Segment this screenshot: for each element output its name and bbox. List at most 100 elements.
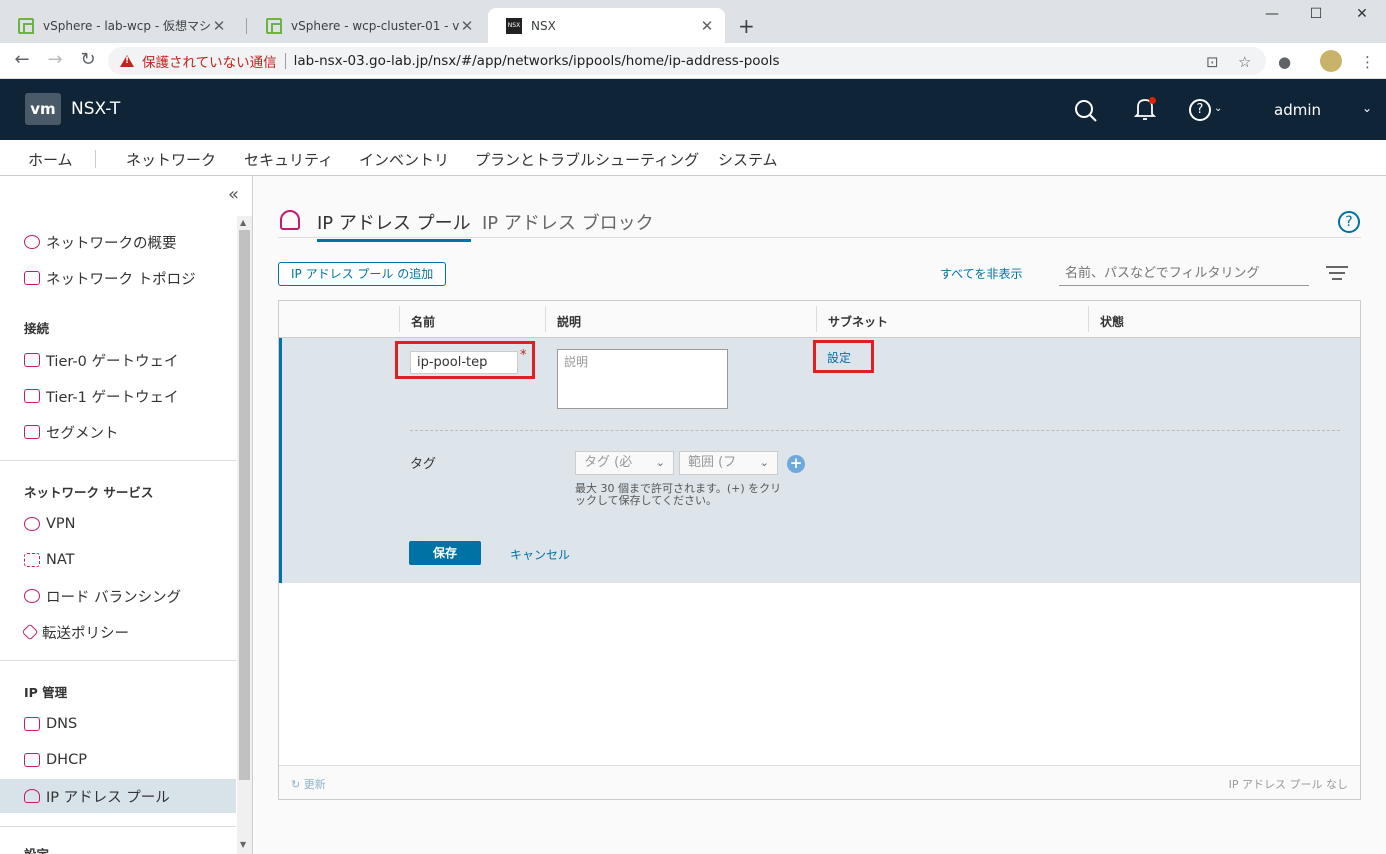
column-header-status[interactable]: 状態 [1100, 313, 1124, 330]
sidebar-section-ip-management: IP 管理 [24, 685, 68, 700]
close-window-icon[interactable]: ✕ [1352, 6, 1372, 22]
notifications-bell-icon[interactable] [1133, 97, 1157, 121]
sidebar-item-network-topology[interactable]: ネットワーク トポロジ [0, 261, 236, 295]
column-header-description[interactable]: 説明 [557, 313, 581, 330]
nav-system[interactable]: システム [718, 149, 778, 170]
column-header-name[interactable]: 名前 [411, 313, 435, 330]
sidebar-scroll-thumb[interactable] [239, 230, 250, 780]
column-separator [1088, 306, 1089, 332]
minimize-icon[interactable]: — [1262, 6, 1282, 22]
chevron-down-icon[interactable]: ⌄ [1214, 103, 1222, 114]
sidebar-item-nat[interactable]: NAT [0, 543, 236, 577]
warning-icon [120, 55, 134, 67]
tag-select[interactable]: タグ (必 ⌄ [575, 451, 674, 475]
omnibox[interactable]: 保護されていない通信 lab-nsx-03.go-lab.jp/nsx/#/ap… [108, 47, 1266, 75]
set-subnets-link[interactable]: 設定 [827, 349, 851, 366]
column-header-subnets[interactable]: サブネット [828, 313, 888, 330]
extension-icon[interactable]: ● [1278, 53, 1291, 71]
search-icon[interactable] [1074, 99, 1098, 123]
collapse-sidebar-icon[interactable]: « [228, 184, 239, 205]
refresh-button[interactable]: ↻ 更新 [291, 776, 326, 792]
vpn-lock-icon [24, 517, 40, 531]
nav-networking[interactable]: ネットワーク [126, 149, 217, 179]
nav-plan-troubleshoot[interactable]: プランとトラブルシューティング [475, 149, 699, 170]
translate-icon[interactable]: ⊡ [1206, 53, 1219, 71]
tab-title: vSphere - lab-wcp - 仮想マシン [43, 19, 211, 33]
ip-pool-icon [24, 789, 40, 803]
refresh-icon: ↻ [291, 778, 301, 791]
filter-menu-icon[interactable] [1326, 266, 1348, 284]
tab-separator [246, 18, 247, 34]
sidebar-item-label: IP アドレス プール [46, 789, 170, 806]
name-input[interactable]: ip-pool-tep [410, 351, 518, 374]
sidebar-item-label: ロード バランシング [46, 589, 182, 606]
dns-server-icon [24, 717, 40, 731]
browser-tab-2[interactable]: vSphere - wcp-cluster-01 - vSphe ✕ [248, 8, 485, 43]
sidebar-item-segments[interactable]: セグメント [0, 415, 236, 449]
save-button[interactable]: 保存 [409, 541, 481, 565]
top-navigation: ホーム ネットワーク セキュリティ インベントリ プランとトラブルシューティング… [0, 140, 1386, 179]
tab-ip-address-blocks[interactable]: IP アドレス ブロック [482, 209, 654, 239]
sidebar-item-tier1-gateway[interactable]: Tier-1 ゲートウェイ [0, 379, 236, 413]
sidebar-item-dhcp[interactable]: DHCP [0, 743, 236, 777]
bookmark-star-icon[interactable]: ☆ [1238, 53, 1251, 71]
sidebar-item-network-overview[interactable]: ネットワークの概要 [0, 225, 236, 259]
browser-tab-bar: vSphere - lab-wcp - 仮想マシン ✕ vSphere - wc… [0, 0, 1386, 43]
security-label[interactable]: 保護されていない通信 [142, 51, 277, 71]
profile-avatar[interactable] [1320, 50, 1342, 72]
sidebar-item-label: Tier-0 ゲートウェイ [46, 353, 179, 370]
filter-input[interactable] [1059, 262, 1309, 286]
add-ip-pool-button[interactable]: IP アドレス プール の追加 [278, 262, 447, 286]
chevron-down-icon: ⌄ [655, 456, 665, 469]
add-tag-plus-icon[interactable]: + [787, 455, 805, 473]
column-separator [816, 306, 817, 332]
sidebar-item-ip-address-pools[interactable]: IP アドレス プール [0, 779, 236, 813]
sidebar-item-label: セグメント [46, 425, 119, 442]
nav-home[interactable]: ホーム [28, 149, 73, 170]
product-name: NSX-T [71, 99, 121, 119]
segment-icon [24, 425, 40, 439]
sidebar-item-vpn[interactable]: VPN [0, 507, 236, 541]
maximize-icon[interactable]: ☐ [1306, 6, 1326, 22]
sidebar-item-forwarding-policy[interactable]: 転送ポリシー [0, 615, 236, 649]
notification-dot [1149, 97, 1156, 104]
refresh-label: 更新 [303, 778, 326, 791]
sidebar-item-label: Tier-1 ゲートウェイ [46, 389, 179, 406]
edit-row: ip-pool-tep * 説明 設定 タグ タグ (必 ⌄ 範囲 (フ ⌄ +… [279, 338, 1360, 583]
sidebar-item-label: DHCP [46, 752, 87, 768]
help-menu-icon[interactable]: ? [1189, 99, 1211, 121]
sidebar-item-tier0-gateway[interactable]: Tier-0 ゲートウェイ [0, 343, 236, 377]
nav-security[interactable]: セキュリティ [244, 149, 333, 170]
close-tab-icon[interactable]: ✕ [211, 17, 227, 35]
browser-tab-1[interactable]: vSphere - lab-wcp - 仮想マシン ✕ [0, 8, 237, 43]
address-bar: ← → ↻ 保護されていない通信 lab-nsx-03.go-lab.jp/ns… [0, 43, 1386, 79]
user-menu[interactable]: admin [1274, 101, 1321, 119]
sidebar-item-label: ネットワークの概要 [46, 235, 177, 252]
scope-select[interactable]: 範囲 (フ ⌄ [679, 451, 778, 475]
browser-tab-active[interactable]: NSX NSX ✕ [488, 8, 725, 43]
sidebar-section-network-services: ネットワーク サービス [24, 485, 154, 500]
back-icon[interactable]: ← [10, 49, 34, 70]
scroll-down-icon[interactable]: ▼ [240, 840, 246, 849]
collapse-all-link[interactable]: すべてを非表示 [940, 265, 1022, 282]
ip-pool-grid: 名前 説明 サブネット 状態 ip-pool-tep * 説明 設定 タグ タグ… [278, 300, 1361, 800]
sidebar-item-load-balancing[interactable]: ロード バランシング [0, 579, 236, 613]
nav-inventory[interactable]: インベントリ [359, 149, 449, 170]
forward-icon[interactable]: → [43, 49, 67, 70]
tab-title: NSX [531, 18, 556, 33]
chevron-down-icon[interactable]: ⌄ [1362, 101, 1372, 115]
close-tab-icon[interactable]: ✕ [459, 17, 475, 35]
browser-menu-icon[interactable]: ⋮ [1360, 53, 1375, 71]
url-text[interactable]: lab-nsx-03.go-lab.jp/nsx/#/app/networks/… [294, 53, 780, 69]
tag-select-value: タグ (必 [584, 455, 633, 470]
help-icon[interactable]: ? [1338, 211, 1360, 233]
close-tab-icon[interactable]: ✕ [699, 17, 715, 35]
cancel-button[interactable]: キャンセル [510, 546, 570, 563]
sidebar-divider [0, 460, 236, 461]
new-tab-button[interactable]: + [738, 14, 755, 38]
sidebar-item-dns[interactable]: DNS [0, 707, 236, 741]
scroll-up-icon[interactable]: ▲ [240, 218, 246, 227]
description-textarea[interactable]: 説明 [557, 349, 728, 409]
reload-icon[interactable]: ↻ [76, 49, 100, 70]
sidebar-section-settings: 設定 [24, 844, 49, 854]
